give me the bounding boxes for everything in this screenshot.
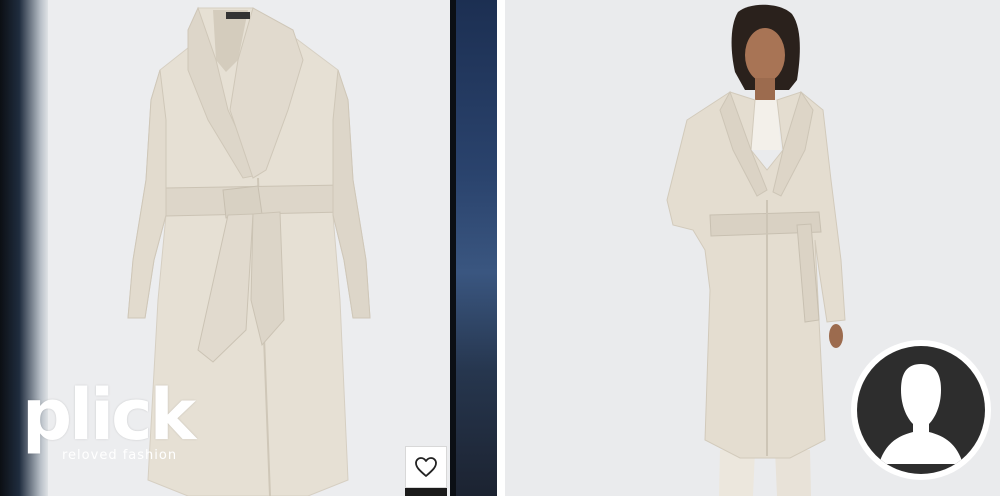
plick-logo: plick reloved fashion bbox=[22, 374, 196, 463]
favorite-button[interactable] bbox=[405, 446, 447, 488]
photo-divider bbox=[497, 0, 505, 496]
model-photo-panel[interactable] bbox=[505, 0, 1000, 496]
listing-page: plick reloved fashion bbox=[0, 0, 1000, 496]
photo-edge-right bbox=[450, 0, 497, 496]
heart-icon bbox=[415, 457, 437, 477]
product-photo-panel[interactable]: plick reloved fashion bbox=[0, 0, 497, 496]
logo-wordmark: plick bbox=[22, 374, 196, 456]
logo-tagline: reloved fashion bbox=[62, 448, 178, 463]
seller-avatar[interactable] bbox=[851, 340, 991, 480]
avatar-circle bbox=[857, 346, 985, 474]
user-silhouette-icon bbox=[879, 364, 963, 464]
favorite-button-underline bbox=[405, 488, 447, 496]
